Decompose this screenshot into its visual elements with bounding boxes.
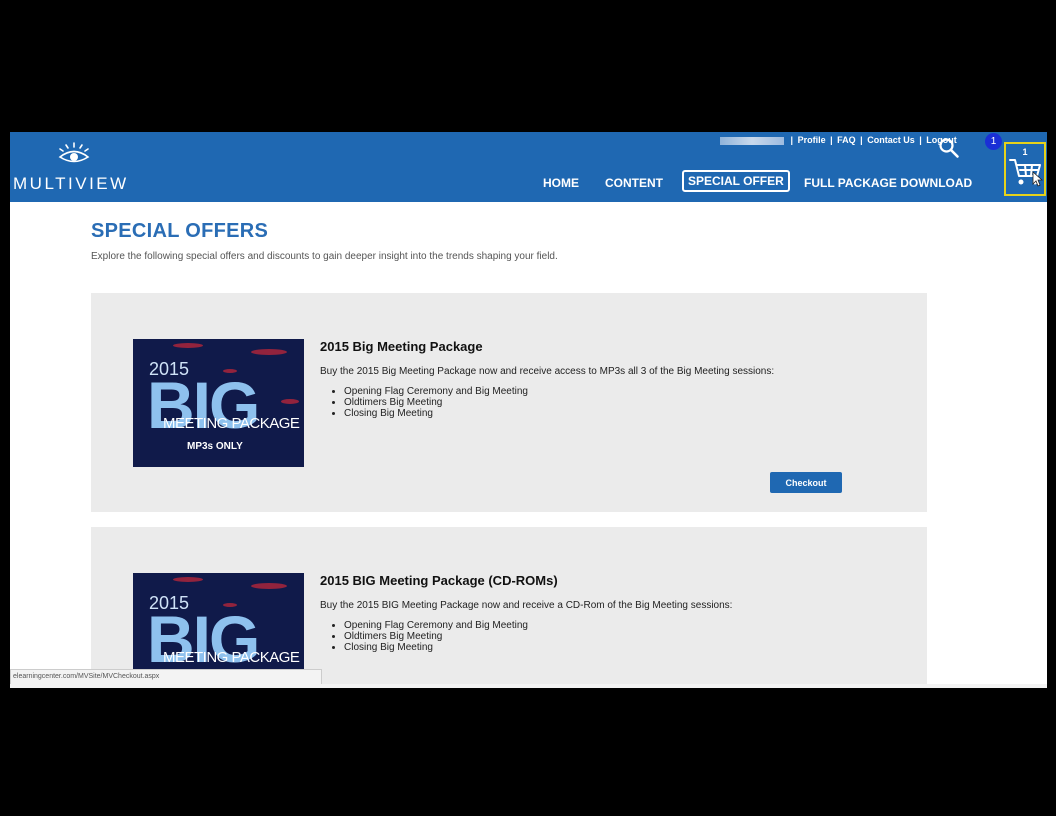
offer-items: Opening Flag Ceremony and Big Meeting Ol… <box>320 620 528 653</box>
thumb-decoration <box>251 583 287 589</box>
list-item: Opening Flag Ceremony and Big Meeting <box>344 620 528 631</box>
util-separator: | <box>830 135 833 145</box>
nav-full-package-download[interactable]: FULL PACKAGE DOWNLOAD <box>804 172 972 194</box>
thumb-decoration <box>251 349 287 355</box>
utility-links: | Profile | FAQ | Contact Us | Logout <box>720 135 957 145</box>
util-separator: | <box>860 135 863 145</box>
offer-title: 2015 BIG Meeting Package (CD-ROMs) <box>320 573 558 588</box>
thumb-decoration <box>173 343 203 348</box>
cart-button[interactable]: 1 <box>1004 142 1046 196</box>
offer-items: Opening Flag Ceremony and Big Meeting Ol… <box>320 386 528 419</box>
thumb-line: MEETING PACKAGE <box>163 649 300 666</box>
shopping-cart-icon <box>1009 159 1043 187</box>
nav-content[interactable]: CONTENT <box>605 172 663 194</box>
util-separator: | <box>919 135 922 145</box>
nav-home[interactable]: HOME <box>543 172 579 194</box>
list-item: Closing Big Meeting <box>344 642 528 653</box>
thumb-tag: MP3s ONLY <box>187 441 243 452</box>
eye-logo-icon <box>58 142 90 163</box>
page-subtitle: Explore the following special offers and… <box>91 251 558 262</box>
nav-special-offer[interactable]: SPECIAL OFFER <box>682 170 790 192</box>
list-item: Closing Big Meeting <box>344 408 528 419</box>
thumb-decoration <box>173 577 203 582</box>
list-item: Oldtimers Big Meeting <box>344 397 528 408</box>
profile-link[interactable]: Profile <box>798 135 826 145</box>
browser-viewport: MULTIVIEW | Profile | FAQ | Contact Us |… <box>10 132 1047 688</box>
site-header: MULTIVIEW | Profile | FAQ | Contact Us |… <box>10 132 1047 202</box>
util-separator: | <box>790 135 794 145</box>
horizontal-scrollbar[interactable] <box>10 684 1047 688</box>
faq-link[interactable]: FAQ <box>837 135 856 145</box>
offer-description: Buy the 2015 Big Meeting Package now and… <box>320 366 775 377</box>
page-title: SPECIAL OFFERS <box>91 220 269 242</box>
offer-card: 2015 BIG MEETING PACKAGE 2015 BIG Meetin… <box>91 527 927 688</box>
contact-us-link[interactable]: Contact Us <box>867 135 915 145</box>
status-bar-url: elearningcenter.com/MVSite/MVCheckout.as… <box>10 669 322 685</box>
multiview-logo[interactable]: MULTIVIEW <box>13 142 143 193</box>
username-redacted <box>720 136 784 145</box>
offer-description: Buy the 2015 BIG Meeting Package now and… <box>320 600 733 611</box>
offer-thumbnail[interactable]: 2015 BIG MEETING PACKAGE MP3s ONLY <box>133 339 304 467</box>
thumb-decoration <box>281 399 299 404</box>
list-item: Opening Flag Ceremony and Big Meeting <box>344 386 528 397</box>
checkout-button[interactable]: Checkout <box>770 472 842 493</box>
offer-title: 2015 Big Meeting Package <box>320 339 483 354</box>
offer-card: 2015 BIG MEETING PACKAGE MP3s ONLY 2015 … <box>91 293 927 512</box>
search-icon[interactable] <box>938 137 960 159</box>
list-item: Oldtimers Big Meeting <box>344 631 528 642</box>
logo-text: MULTIVIEW <box>13 174 129 193</box>
thumb-line: MEETING PACKAGE <box>163 415 300 432</box>
cart-badge: 1 <box>985 133 1002 150</box>
